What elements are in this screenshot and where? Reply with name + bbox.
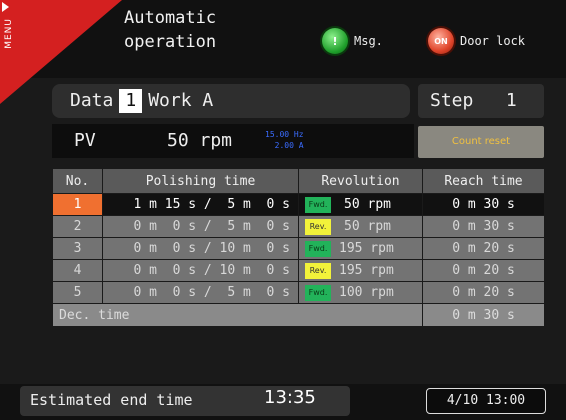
- revolution-cell: Rev. 195 rpm: [298, 259, 423, 282]
- revolution-value: 195 rpm: [339, 241, 394, 256]
- col-header-revolution: Revolution: [298, 168, 423, 194]
- pv-label: PV: [74, 130, 96, 151]
- dec-time-row[interactable]: Dec. time 0 m 30 s: [52, 303, 545, 327]
- table-row[interactable]: 4 0 m 0 s / 10 m 0 s Rev. 195 rpm 0 m 20 …: [52, 259, 545, 282]
- door-lock-label: Door lock: [460, 34, 526, 48]
- reverse-badge: Rev.: [305, 262, 331, 279]
- pv-panel: [52, 124, 414, 158]
- col-header-reach-time: Reach time: [422, 168, 545, 194]
- step-value: 1: [505, 90, 517, 111]
- revolution-value: 50 rpm: [344, 197, 391, 212]
- revolution-value: 195 rpm: [339, 263, 394, 278]
- pv-current: 2.00 A: [274, 141, 304, 150]
- pv-frequency: 15.00 Hz: [265, 130, 304, 139]
- reach-time: 0 m 30 s: [422, 193, 545, 216]
- screen-title: Automatic operation: [124, 8, 217, 52]
- polishing-time: 0 m 0 s / 5 m 0 s: [102, 281, 299, 304]
- pv-electrical-readout: 15.00 Hz 2.00 A: [265, 129, 304, 151]
- table-row[interactable]: 5 0 m 0 s / 5 m 0 s Fwd. 100 rpm 0 m 20 s: [52, 281, 545, 304]
- data-number[interactable]: 1: [119, 89, 143, 113]
- data-label: Data: [70, 90, 114, 111]
- step-label: Step: [430, 90, 474, 111]
- pv-value: 50 rpm: [167, 130, 233, 151]
- row-number: 5: [52, 281, 103, 304]
- reach-time: 0 m 20 s: [422, 281, 545, 304]
- menu-label: MENU: [4, 18, 14, 49]
- table-row[interactable]: 2 0 m 0 s / 5 m 0 s Rev. 50 rpm 0 m 30 s: [52, 215, 545, 238]
- dec-time-label: Dec. time: [52, 303, 423, 327]
- col-header-no: No.: [52, 168, 103, 194]
- forward-badge: Fwd.: [305, 240, 331, 257]
- dec-time-value: 0 m 30 s: [422, 303, 545, 327]
- polishing-time: 1 m 15 s / 5 m 0 s: [102, 193, 299, 216]
- msg-button-label: Msg.: [354, 34, 383, 48]
- reach-time: 0 m 20 s: [422, 237, 545, 260]
- estimated-end-label: Estimated end time: [30, 391, 193, 409]
- table-row[interactable]: 3 0 m 0 s / 10 m 0 s Fwd. 195 rpm 0 m 20 …: [52, 237, 545, 260]
- row-number: 1: [52, 193, 103, 216]
- door-lock-button[interactable]: ON Door lock: [428, 28, 525, 54]
- revolution-cell: Fwd. 50 rpm: [298, 193, 423, 216]
- data-work-selector[interactable]: Data 1 Work A: [52, 84, 410, 118]
- reach-time: 0 m 30 s: [422, 215, 545, 238]
- row-number: 2: [52, 215, 103, 238]
- work-label: Work A: [148, 90, 214, 111]
- count-reset-button[interactable]: Count reset: [418, 126, 544, 158]
- table-header-row: No. Polishing time Revolution Reach time: [52, 168, 545, 194]
- polishing-time: 0 m 0 s / 10 m 0 s: [102, 259, 299, 282]
- row-number: 4: [52, 259, 103, 282]
- forward-badge: Fwd.: [305, 284, 331, 301]
- date-time-display: 4/10 13:00: [426, 388, 546, 414]
- door-lock-on-icon: ON: [428, 28, 454, 54]
- message-alert-icon: !: [322, 28, 348, 54]
- revolution-cell: Rev. 50 rpm: [298, 215, 423, 238]
- polishing-steps-table: No. Polishing time Revolution Reach time…: [52, 168, 545, 327]
- revolution-value: 100 rpm: [339, 285, 394, 300]
- col-header-polishing-time: Polishing time: [102, 168, 299, 194]
- forward-badge: Fwd.: [305, 196, 331, 213]
- reverse-badge: Rev.: [305, 218, 331, 235]
- polishing-time: 0 m 0 s / 5 m 0 s: [102, 215, 299, 238]
- step-indicator: Step 1: [418, 84, 544, 118]
- estimated-end-time: 13:35: [264, 387, 316, 408]
- revolution-cell: Fwd. 195 rpm: [298, 237, 423, 260]
- msg-button[interactable]: ! Msg.: [322, 28, 383, 54]
- row-number: 3: [52, 237, 103, 260]
- reach-time: 0 m 20 s: [422, 259, 545, 282]
- polishing-time: 0 m 0 s / 10 m 0 s: [102, 237, 299, 260]
- revolution-value: 50 rpm: [344, 219, 391, 234]
- table-row[interactable]: 1 1 m 15 s / 5 m 0 s Fwd. 50 rpm 0 m 30 s: [52, 193, 545, 216]
- revolution-cell: Fwd. 100 rpm: [298, 281, 423, 304]
